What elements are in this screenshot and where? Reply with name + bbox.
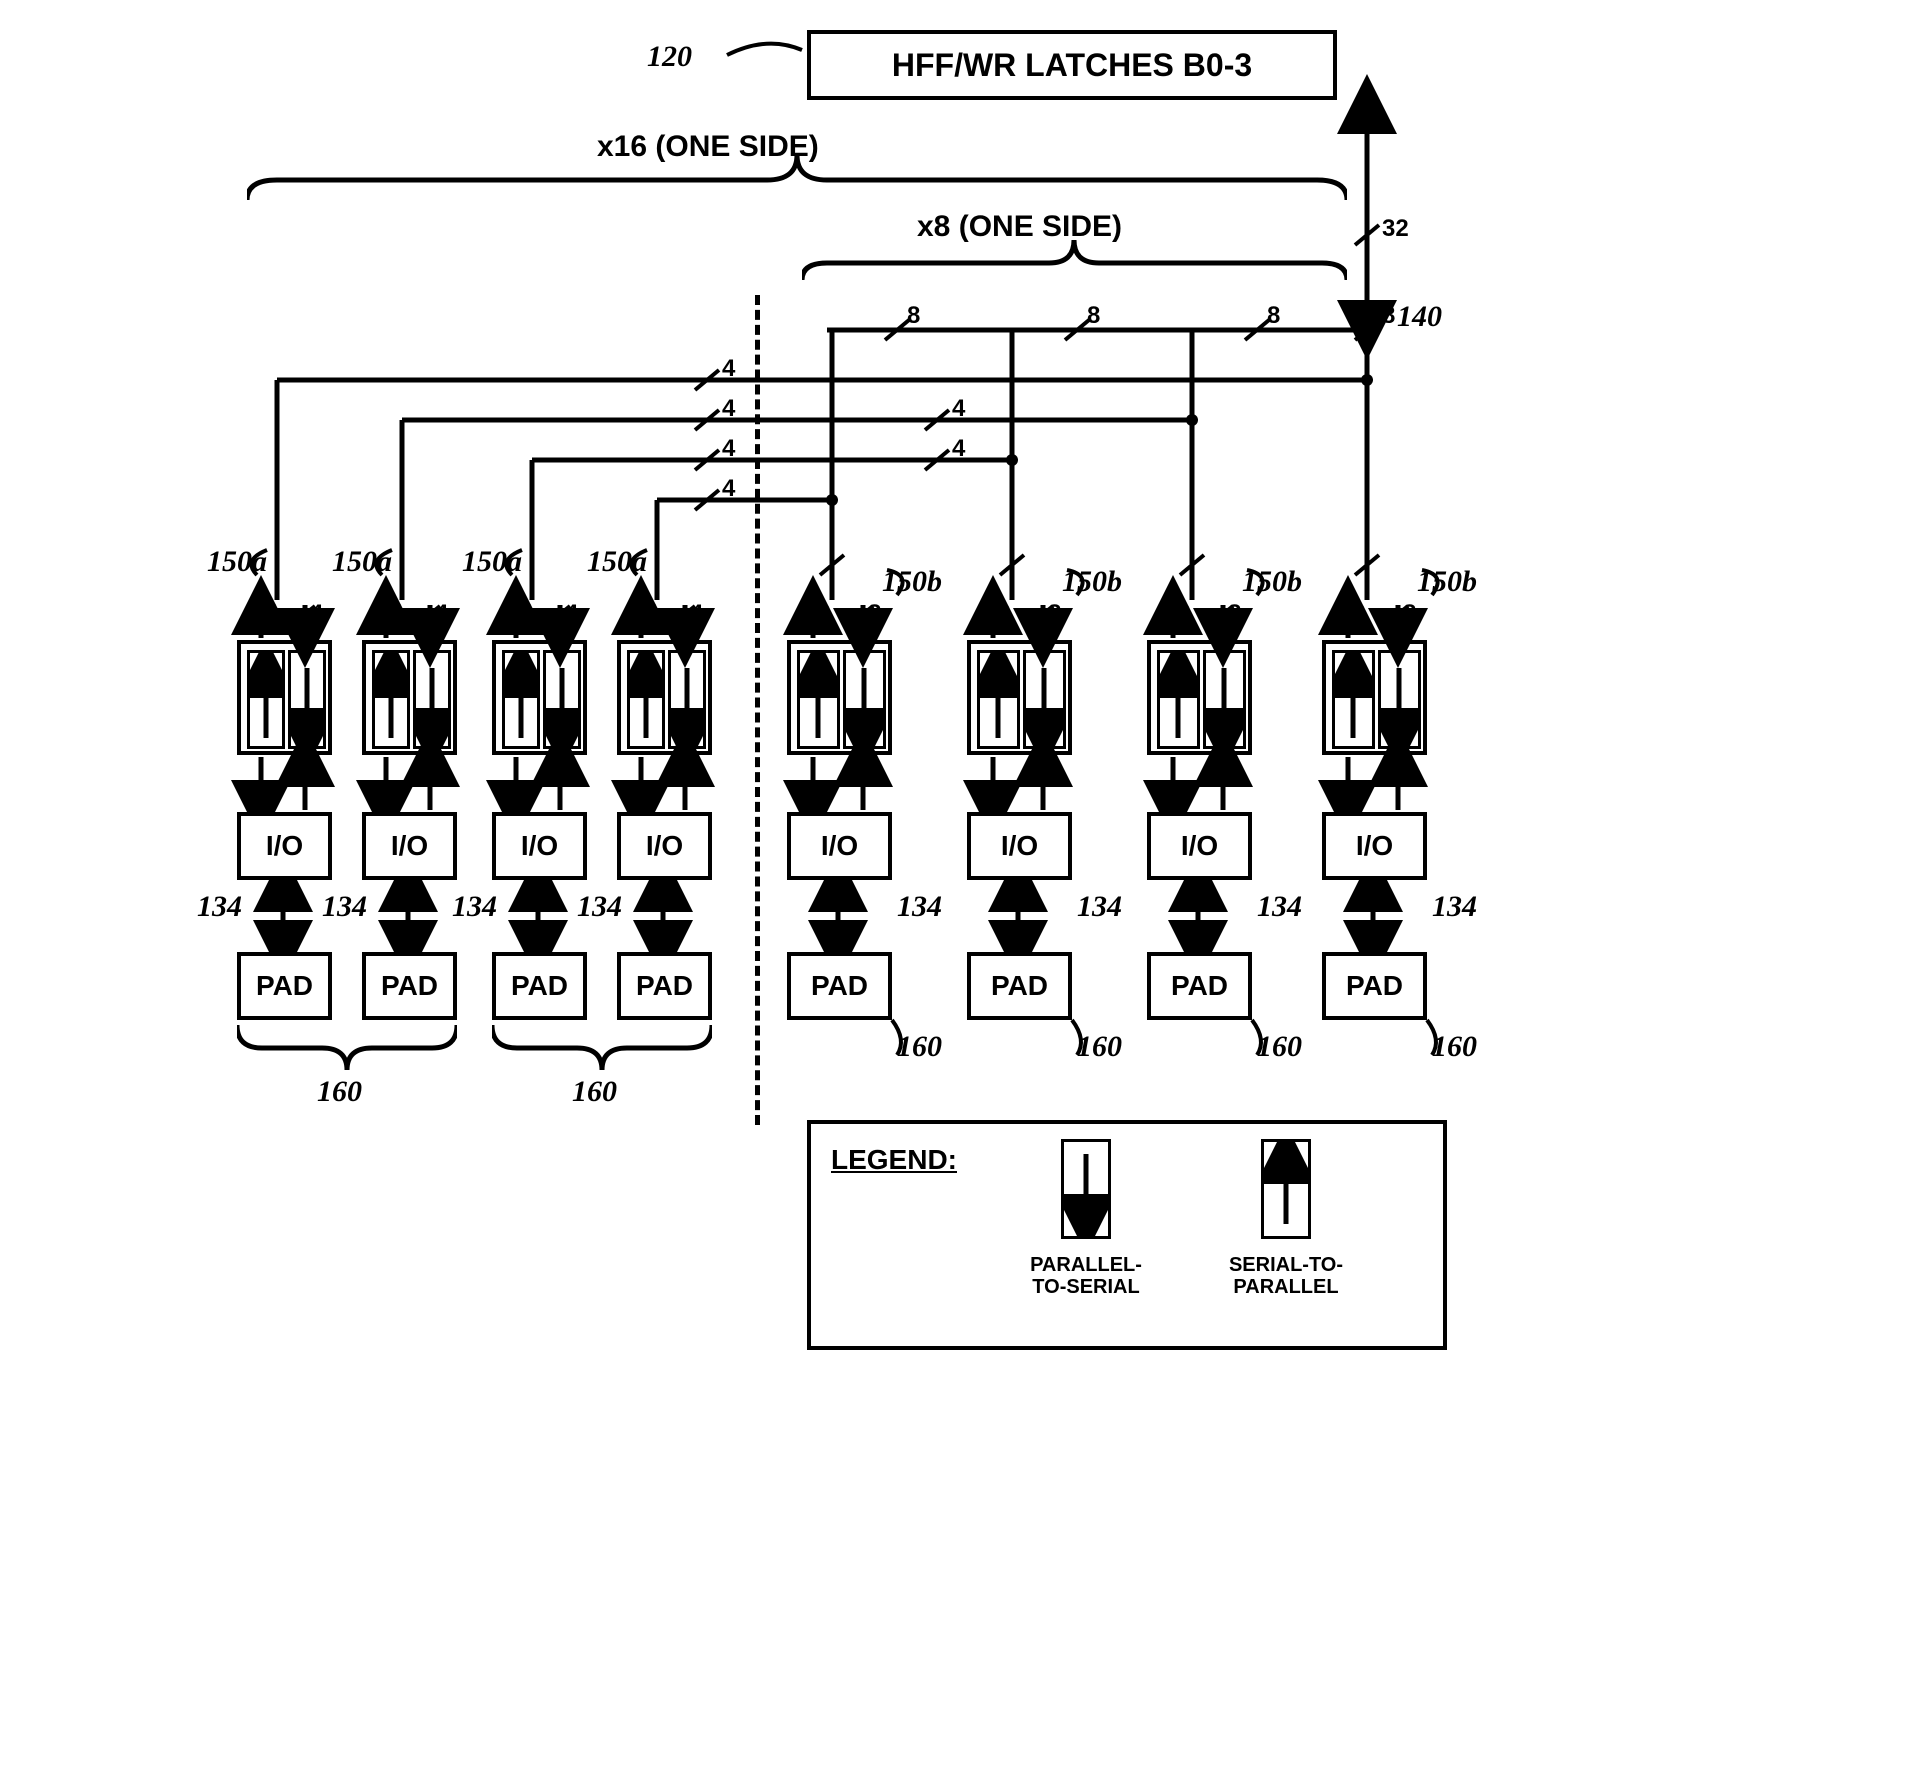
- ref-160-5: 160: [1077, 1030, 1122, 1064]
- io-3: I/O: [617, 812, 712, 880]
- ch7-in: 8: [1352, 600, 1365, 628]
- legend-p2s-text: PARALLEL- TO-SERIAL: [1011, 1254, 1161, 1298]
- extra4-0: 4: [952, 395, 965, 423]
- pad-7: PAD: [1322, 952, 1427, 1020]
- io-6: I/O: [1147, 812, 1252, 880]
- ch4-in: 8: [817, 600, 830, 628]
- p2s-0: [288, 650, 326, 749]
- bus8-3: 8: [1382, 302, 1395, 330]
- brace-x16-label: x16 (ONE SIDE): [597, 130, 819, 164]
- ref-160-6: 160: [1257, 1030, 1302, 1064]
- bus4-3: 4: [722, 475, 735, 503]
- ref-160-left2: 160: [572, 1075, 617, 1109]
- brace-160-left1: [237, 1020, 457, 1080]
- ch5-in: 8: [997, 600, 1010, 628]
- ref-150a-1: 150a: [332, 545, 392, 579]
- ch6-in: 8: [1177, 600, 1190, 628]
- ref-134-1: 134: [322, 890, 367, 924]
- io-1: I/O: [362, 812, 457, 880]
- conv-3: [617, 640, 712, 755]
- ref-150b-4: 150b: [882, 565, 942, 599]
- pad-6: PAD: [1147, 952, 1252, 1020]
- ref-120: 120: [647, 40, 692, 74]
- io-0: I/O: [237, 812, 332, 880]
- legend-box: LEGEND: PARALLEL- TO-SERIAL SERIAL-TO- P…: [807, 1120, 1447, 1350]
- ref-134-7: 134: [1432, 890, 1477, 924]
- ch5-out: 8: [1048, 600, 1061, 628]
- ref-134-3: 134: [577, 890, 622, 924]
- ref-150a-2: 150a: [462, 545, 522, 579]
- ref-140: 140: [1397, 300, 1442, 334]
- diagram-root: HFF/WR LATCHES B0-3 120 x16 (ONE SIDE) x…: [197, 20, 1717, 1440]
- ref-150a-0: 150a: [207, 545, 267, 579]
- pad-3: PAD: [617, 952, 712, 1020]
- bus8-0: 8: [907, 302, 920, 330]
- ch2-out: 4: [565, 600, 578, 628]
- extra4-1: 4: [952, 435, 965, 463]
- pad-0: PAD: [237, 952, 332, 1020]
- legend-s2p-text: SERIAL-TO- PARALLEL: [1211, 1254, 1361, 1298]
- conv-0: [237, 640, 332, 755]
- ch4-out: 8: [868, 600, 881, 628]
- brace-x8-label: x8 (ONE SIDE): [917, 210, 1122, 244]
- ref-134-6: 134: [1257, 890, 1302, 924]
- ch1-out: 4: [435, 600, 448, 628]
- bus8-2: 8: [1267, 302, 1280, 330]
- s2p-0: [247, 650, 285, 749]
- ref-160-4: 160: [897, 1030, 942, 1064]
- ref-134-5: 134: [1077, 890, 1122, 924]
- conv-4: [787, 640, 892, 755]
- conv-6: [1147, 640, 1252, 755]
- ch6-out: 8: [1228, 600, 1241, 628]
- ref-160-left1: 160: [317, 1075, 362, 1109]
- io-4: I/O: [787, 812, 892, 880]
- bus4-1: 4: [722, 395, 735, 423]
- ref-150b-5: 150b: [1062, 565, 1122, 599]
- ch2-in: 4: [520, 600, 533, 628]
- legend-s2p-icon: [1261, 1139, 1311, 1239]
- legend-title: LEGEND:: [831, 1144, 957, 1176]
- conv-1: [362, 640, 457, 755]
- ch3-out: 4: [690, 600, 703, 628]
- pad-1: PAD: [362, 952, 457, 1020]
- ch3-in: 4: [645, 600, 658, 628]
- ref-134-4: 134: [897, 890, 942, 924]
- io-5: I/O: [967, 812, 1072, 880]
- hff-wr-latches-block: HFF/WR LATCHES B0-3: [807, 30, 1337, 100]
- conv-2: [492, 640, 587, 755]
- io-2: I/O: [492, 812, 587, 880]
- io-7: I/O: [1322, 812, 1427, 880]
- bus8-1: 8: [1087, 302, 1100, 330]
- ch0-out: 4: [310, 600, 323, 628]
- legend-p2s-icon: [1061, 1139, 1111, 1239]
- bus-32: 32: [1382, 215, 1409, 243]
- ref-134-2: 134: [452, 890, 497, 924]
- ref-160-7: 160: [1432, 1030, 1477, 1064]
- ch0-in: 4: [265, 600, 278, 628]
- ref-150a-3: 150a: [587, 545, 647, 579]
- pad-4: PAD: [787, 952, 892, 1020]
- brace-160-left2: [492, 1020, 712, 1080]
- divider-dashed: [755, 295, 760, 1125]
- ref-150b-6: 150b: [1242, 565, 1302, 599]
- ch1-in: 4: [390, 600, 403, 628]
- pad-2: PAD: [492, 952, 587, 1020]
- bus4-2: 4: [722, 435, 735, 463]
- bus4-0: 4: [722, 355, 735, 383]
- ref-150b-7: 150b: [1417, 565, 1477, 599]
- conv-7: [1322, 640, 1427, 755]
- pad-5: PAD: [967, 952, 1072, 1020]
- ch7-out: 8: [1403, 600, 1416, 628]
- conv-5: [967, 640, 1072, 755]
- ref-134-0: 134: [197, 890, 242, 924]
